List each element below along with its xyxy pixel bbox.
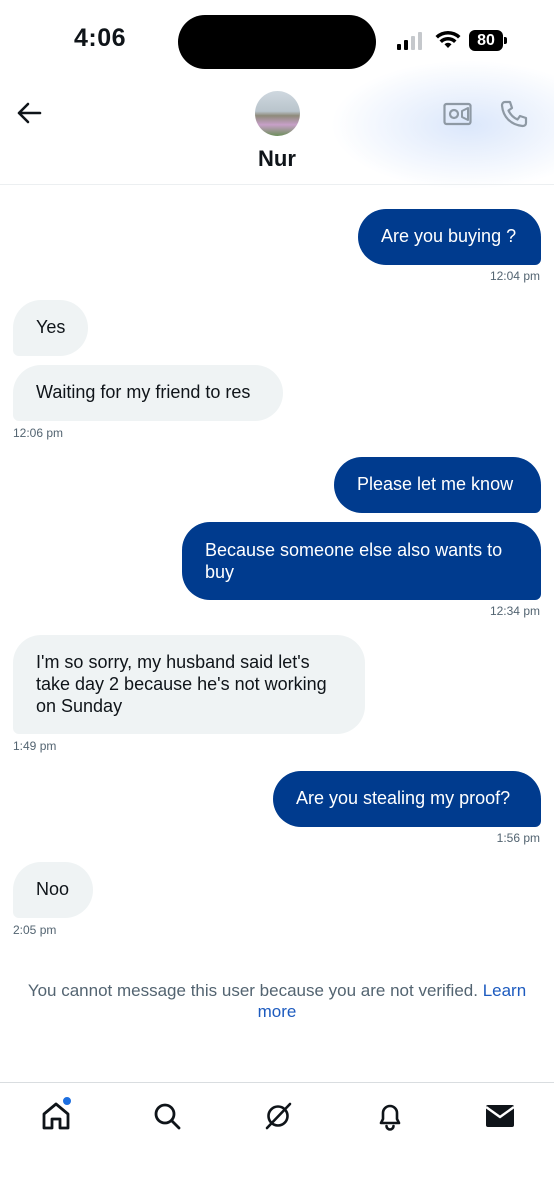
battery-indicator: 80 bbox=[469, 30, 503, 51]
messages-icon[interactable] bbox=[484, 1100, 516, 1132]
message-timestamp: 2:05 pm bbox=[13, 923, 57, 937]
status-time: 4:06 bbox=[74, 24, 127, 52]
message-bubble-outgoing[interactable]: Please let me know bbox=[334, 457, 541, 513]
battery-tip bbox=[504, 37, 507, 44]
message-bubble-outgoing[interactable]: Because someone else also wants to buy bbox=[182, 522, 541, 600]
message-bubble-outgoing[interactable]: Are you buying ? bbox=[358, 209, 541, 265]
message-bubble-incoming[interactable]: Waiting for my friend to res bbox=[13, 365, 283, 421]
grok-icon[interactable] bbox=[262, 1100, 294, 1132]
notifications-icon[interactable] bbox=[374, 1100, 406, 1132]
wifi-icon bbox=[435, 30, 461, 48]
message-timestamp: 1:49 pm bbox=[13, 739, 57, 753]
message-timestamp: 12:04 pm bbox=[489, 269, 540, 283]
notice-text: You cannot message this user because you… bbox=[27, 981, 483, 1000]
message-timestamp: 12:06 pm bbox=[13, 426, 64, 440]
video-call-icon[interactable] bbox=[443, 101, 473, 127]
signal-icon bbox=[397, 32, 425, 50]
search-icon[interactable] bbox=[151, 1100, 183, 1132]
nav-divider bbox=[0, 1082, 554, 1083]
back-arrow-icon[interactable] bbox=[16, 100, 42, 126]
phone-call-icon[interactable] bbox=[499, 99, 529, 129]
home-notification-dot bbox=[61, 1095, 73, 1107]
verification-notice: You cannot message this user because you… bbox=[20, 980, 534, 1022]
message-bubble-incoming[interactable]: I'm so sorry, my husband said let's take… bbox=[13, 635, 365, 734]
header-divider bbox=[0, 184, 554, 185]
message-timestamp: 1:56 pm bbox=[496, 831, 540, 845]
message-timestamp: 12:34 pm bbox=[489, 604, 540, 618]
message-bubble-incoming[interactable]: Yes bbox=[13, 300, 88, 356]
contact-avatar[interactable] bbox=[255, 91, 300, 136]
message-bubble-incoming[interactable]: Noo bbox=[13, 862, 93, 918]
contact-name[interactable]: Nur bbox=[0, 146, 554, 172]
message-bubble-outgoing[interactable]: Are you stealing my proof? bbox=[273, 771, 541, 827]
